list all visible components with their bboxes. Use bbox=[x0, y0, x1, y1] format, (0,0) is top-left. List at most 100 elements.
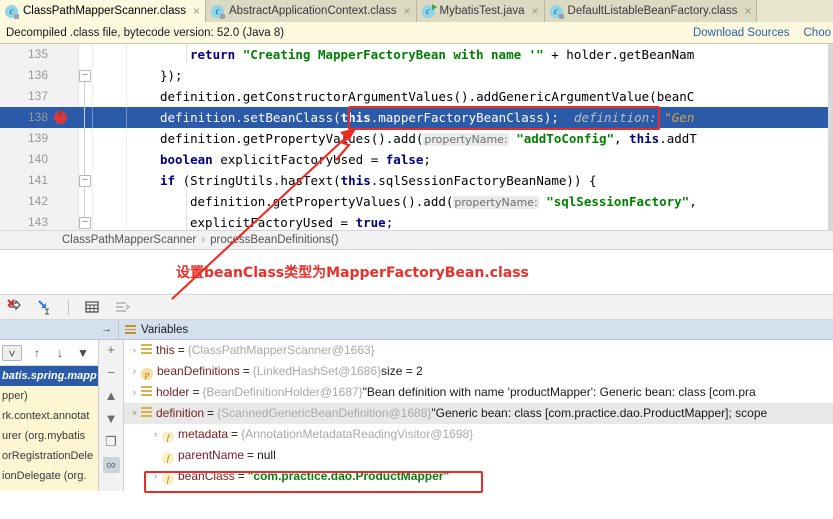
code-line-142[interactable]: 142 definition.getPropertyValues().add(pr… bbox=[0, 191, 833, 212]
inspect-icon[interactable]: ∞ bbox=[102, 457, 120, 473]
parameter-hint: propertyName: bbox=[423, 133, 509, 146]
code-plain: explicitFactoryUsed = bbox=[190, 215, 356, 230]
code-plain: , bbox=[614, 131, 630, 146]
close-tab-icon[interactable]: × bbox=[401, 5, 410, 17]
code-line-138[interactable]: 138 definition.setBeanClass(this.mapperFa… bbox=[0, 107, 833, 128]
code-plain bbox=[235, 47, 243, 62]
code-plain: }); bbox=[160, 68, 183, 83]
remove-watch-icon[interactable]: − bbox=[103, 365, 120, 381]
move-up-icon[interactable]: ▲ bbox=[103, 388, 120, 404]
code-line-135[interactable]: 135 return "Creating MapperFactoryBean wi… bbox=[0, 44, 833, 65]
variable-row[interactable]: › f metadata = {AnnotationMetadataReadingVis… bbox=[124, 424, 833, 445]
copy-value-icon[interactable]: ❐ bbox=[103, 434, 120, 450]
evaluate-expression-icon[interactable] bbox=[83, 298, 101, 316]
editor-tab-0[interactable]: c ClassPathMapperScanner.class × bbox=[0, 0, 207, 22]
frame-row[interactable]: rk.context.annotat bbox=[0, 406, 98, 426]
close-tab-icon[interactable]: × bbox=[742, 5, 751, 17]
annotation-strip: 设置beanClass类型为MapperFactoryBean.class bbox=[0, 250, 833, 294]
breadcrumb-method[interactable]: processBeanDefinitions() bbox=[210, 234, 338, 246]
expand-arrow-icon[interactable]: › bbox=[149, 424, 162, 445]
editor-tab-1[interactable]: c AbstractApplicationContext.class × bbox=[206, 0, 417, 22]
thread-selector-dropdown[interactable]: ˅ bbox=[2, 344, 22, 361]
editor-scrollbar[interactable] bbox=[828, 44, 833, 230]
code-line-137[interactable]: 137 definition.getConstructorArgumentValu… bbox=[0, 86, 833, 107]
editor-tab-3[interactable]: c DefaultListableBeanFactory.class × bbox=[544, 0, 758, 22]
close-tab-icon[interactable]: × bbox=[191, 5, 200, 17]
frame-row[interactable]: ionDelegate (org. bbox=[0, 466, 98, 486]
code-line-140[interactable]: 140 boolean explicitFactoryUsed = false; bbox=[0, 149, 833, 170]
frame-row[interactable]: text (org.springfr bbox=[0, 486, 98, 491]
frame-row[interactable]: pper) bbox=[0, 386, 98, 406]
download-sources-link[interactable]: Download Sources bbox=[693, 27, 790, 39]
variable-row[interactable]: ›fscope="singleton" bbox=[124, 487, 833, 491]
code-keyword: return bbox=[190, 47, 236, 62]
breakpoint-marker[interactable] bbox=[54, 108, 67, 124]
variable-value: {AnnotationMetadataReadingVisitor@1698} bbox=[241, 427, 474, 441]
code-line-139[interactable]: 139 definition.getPropertyValues().add(pr… bbox=[0, 128, 833, 149]
code-text: if (StringUtils.hasText(this.sqlSessionF… bbox=[160, 170, 597, 191]
variable-name: definition bbox=[156, 406, 205, 420]
expand-arrow-icon[interactable]: › bbox=[149, 466, 162, 487]
frame-up-icon[interactable]: ↑ bbox=[29, 345, 45, 361]
variable-value: {LinkedHashSet@1686} bbox=[252, 364, 382, 378]
variable-value: {ClassPathMapperScanner@1663} bbox=[187, 343, 375, 357]
variable-row[interactable]: › p beanDefinitions = {LinkedHashSet@1686} s… bbox=[124, 361, 833, 382]
code-keyword: this bbox=[340, 110, 371, 125]
line-number: 135 bbox=[27, 47, 48, 61]
code-line-136[interactable]: 136}); bbox=[0, 65, 833, 86]
code-text: explicitFactoryUsed = true; bbox=[190, 212, 393, 230]
variable-name: metadata bbox=[178, 427, 229, 441]
variable-row[interactable]: f parentName = null bbox=[124, 445, 833, 466]
code-line-141[interactable]: 141 if (StringUtils.hasText(this.sqlSessi… bbox=[0, 170, 833, 191]
editor-tab-2[interactable]: c MybatisTest.java × bbox=[416, 0, 545, 22]
variables-tree[interactable]: › this = {ClassPathMapperScanner@1663} › p bea… bbox=[124, 340, 833, 491]
fold-marker[interactable]: − bbox=[79, 217, 91, 229]
breadcrumb-class[interactable]: ClassPathMapperScanner bbox=[62, 234, 196, 246]
variables-header[interactable]: Variables bbox=[118, 320, 833, 339]
expand-arrow-icon[interactable]: › bbox=[128, 340, 141, 361]
filter-frames-icon[interactable]: ▼ bbox=[75, 345, 91, 361]
step-into-cursor-icon[interactable] bbox=[36, 298, 54, 316]
code-editor[interactable]: 135 return "Creating MapperFactoryBean wi… bbox=[0, 44, 833, 230]
frames-list[interactable]: batis.spring.mapp pper) rk.context.annotat… bbox=[0, 366, 98, 491]
column-separator bbox=[92, 107, 93, 128]
layout-settings-icon[interactable] bbox=[113, 298, 131, 316]
code-line-143[interactable]: 143 explicitFactoryUsed = true; bbox=[0, 212, 833, 230]
editor-tab-label: DefaultListableBeanFactory.class bbox=[567, 5, 738, 17]
frame-row[interactable]: urer (org.mybatis bbox=[0, 426, 98, 446]
move-down-icon[interactable]: ▼ bbox=[103, 411, 120, 427]
code-keyword: false bbox=[385, 152, 424, 167]
frame-row[interactable]: orRegistrationDele bbox=[0, 446, 98, 466]
code-text: }); bbox=[160, 65, 183, 86]
fold-marker[interactable]: − bbox=[79, 70, 91, 82]
code-plain: , bbox=[689, 194, 697, 209]
line-number: 136 bbox=[27, 68, 48, 82]
notice-actions: Download Sources Choo bbox=[693, 22, 833, 44]
line-number: 137 bbox=[27, 89, 48, 103]
add-watch-icon[interactable]: + bbox=[103, 342, 120, 358]
variable-row[interactable]: ˅ definition = {ScannedGenericBeanDefinitio… bbox=[124, 403, 833, 424]
java-file-icon: c bbox=[421, 3, 437, 18]
code-plain: + holder.getBeanNam bbox=[543, 47, 695, 62]
expand-arrow-icon[interactable]: › bbox=[149, 487, 162, 491]
breadcrumb[interactable]: ClassPathMapperScanner › processBeanDefi… bbox=[0, 230, 833, 250]
variable-name: parentName bbox=[178, 448, 245, 462]
choose-sources-link[interactable]: Choo bbox=[804, 27, 832, 39]
p-badge-icon: p bbox=[141, 361, 153, 382]
expand-arrow-icon[interactable]: › bbox=[128, 382, 141, 403]
expand-arrow-icon[interactable]: › bbox=[128, 361, 141, 382]
variable-row[interactable]: › this = {ClassPathMapperScanner@1663} bbox=[124, 340, 833, 361]
collapse-frames-icon[interactable]: → bbox=[101, 323, 112, 335]
variable-row[interactable]: › f beanClass = "com.practice.dao.ProductMap… bbox=[124, 466, 833, 487]
variable-row[interactable]: › holder = {BeanDefinitionHolder@1687} "Bea… bbox=[124, 382, 833, 403]
code-plain: ; bbox=[385, 215, 394, 230]
close-tab-icon[interactable]: × bbox=[530, 5, 539, 17]
variable-name: this bbox=[156, 343, 175, 357]
debugger-toolbar bbox=[0, 294, 833, 320]
fold-marker[interactable]: − bbox=[79, 175, 91, 187]
mute-breakpoints-icon[interactable] bbox=[6, 298, 24, 316]
collapse-arrow-icon[interactable]: ˅ bbox=[128, 403, 141, 424]
frame-down-icon[interactable]: ↓ bbox=[52, 345, 68, 361]
frame-row[interactable]: batis.spring.mapp bbox=[0, 366, 98, 386]
parameter-hint: propertyName: bbox=[453, 196, 539, 209]
